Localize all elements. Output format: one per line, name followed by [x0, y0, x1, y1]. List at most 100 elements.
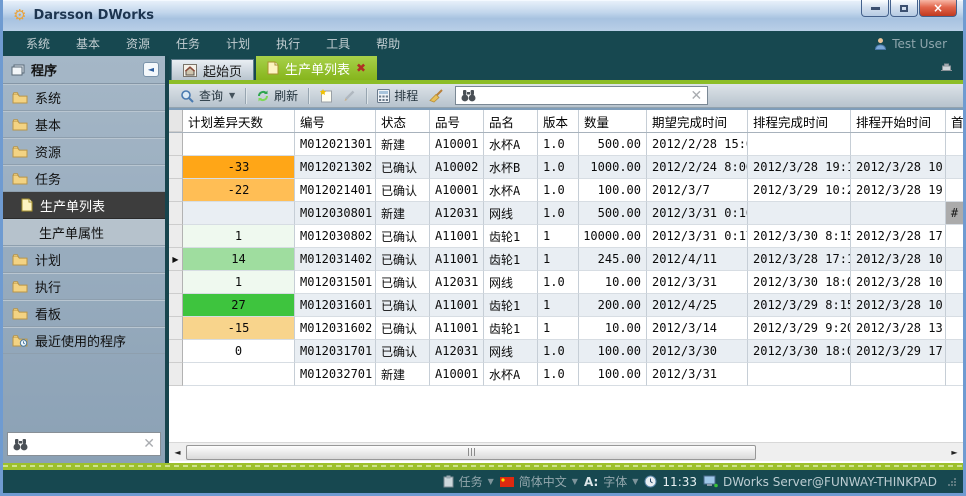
cell-diff: -22 [183, 179, 295, 202]
menu-item-2[interactable]: 资源 [113, 35, 163, 52]
cell-code: M012031402 [295, 248, 376, 271]
row-header[interactable] [169, 340, 183, 363]
folder-icon [12, 118, 28, 131]
schedule-button[interactable]: 排程 [372, 85, 423, 106]
sidebar-item-2[interactable]: 资源 [3, 138, 165, 165]
refresh-button[interactable]: 刷新 [251, 85, 303, 106]
close-button[interactable]: × [919, 0, 957, 17]
sidebar-item-3[interactable]: 任务 [3, 165, 165, 192]
table-row-5[interactable]: ▶14M012031402已确认A11001齿轮11245.002012/4/1… [169, 248, 963, 271]
table-row-8[interactable]: -15M012031602已确认A11001齿轮1110.002012/3/14… [169, 317, 963, 340]
row-header[interactable] [169, 317, 183, 340]
menu-item-6[interactable]: 工具 [313, 35, 363, 52]
cell-status: 新建 [376, 133, 430, 156]
column-header-8[interactable]: 排程完成时间 [748, 110, 851, 132]
menu-item-7[interactable]: 帮助 [363, 35, 413, 52]
scrollbar-thumb[interactable] [186, 445, 756, 460]
horizontal-scrollbar[interactable]: ◄ ► [169, 442, 963, 461]
column-header-10[interactable]: 首 [946, 110, 963, 132]
resize-grip[interactable] [947, 477, 957, 487]
tab-1[interactable]: 生产单列表✖ [256, 56, 377, 80]
column-header-7[interactable]: 期望完成时间 [647, 110, 748, 132]
column-header-4[interactable]: 品名 [484, 110, 538, 132]
menu-item-3[interactable]: 任务 [163, 35, 213, 52]
table-row-0[interactable]: M012021301新建A10001水杯A1.0500.002012/2/28 … [169, 133, 963, 156]
menu-item-1[interactable]: 基本 [63, 35, 113, 52]
sidebar-item-7[interactable]: 执行 [3, 273, 165, 300]
sidebar-list: 系统基本资源任务生产单列表生产单属性计划执行看板最近使用的程序 [3, 84, 165, 354]
row-header[interactable] [169, 133, 183, 156]
scroll-left-icon[interactable]: ◄ [169, 448, 186, 457]
table-row-9[interactable]: 0M012031701已确认A12031网线1.0100.002012/3/30… [169, 340, 963, 363]
cell-diff: 1 [183, 225, 295, 248]
tab-0[interactable]: 起始页 [171, 59, 254, 80]
select-all-corner[interactable] [169, 110, 183, 132]
table-row-1[interactable]: -33M012021302已确认A10002水杯B1.01000.002012/… [169, 156, 963, 179]
binoculars-icon [461, 89, 476, 102]
table-row-10[interactable]: M012032701新建A10001水杯A1.0100.002012/3/31 [169, 363, 963, 386]
gear-icon: ⚙ [13, 8, 26, 23]
scroll-right-icon[interactable]: ► [946, 448, 963, 457]
language-selector[interactable]: 简体中文 ▼ [500, 473, 578, 490]
column-header-0[interactable]: 计划差异天数 [183, 110, 295, 132]
table-row-7[interactable]: 27M012031601已确认A11001齿轮11200.002012/4/25… [169, 294, 963, 317]
menu-item-4[interactable]: 计划 [213, 35, 263, 52]
new-button[interactable] [314, 86, 338, 105]
font-selector[interactable]: A: 字体 ▼ [584, 473, 638, 490]
edit-button[interactable] [338, 87, 361, 104]
cell-status: 已确认 [376, 225, 430, 248]
task-selector[interactable]: 任务 ▼ [443, 473, 494, 490]
query-button[interactable]: 查询 ▼ [175, 85, 240, 106]
sidebar-search-input[interactable] [33, 437, 138, 451]
cell-diff [183, 202, 295, 225]
cell-due: 2012/3/7 [647, 179, 748, 202]
clear-search-icon[interactable]: ✕ [690, 89, 702, 103]
current-row-marker[interactable]: ▶ [169, 248, 183, 271]
table-search-input[interactable] [481, 89, 685, 103]
folder-icon [12, 145, 28, 158]
row-header[interactable] [169, 202, 183, 225]
cell-sched_end: 2012/3/30 8:15 [748, 225, 851, 248]
sidebar-item-5[interactable]: 生产单属性 [3, 219, 165, 246]
sidebar-collapse-button[interactable]: ◄ [143, 62, 159, 77]
row-header[interactable] [169, 294, 183, 317]
table-row-2[interactable]: -22M012021401已确认A10001水杯A1.0100.002012/3… [169, 179, 963, 202]
tab-close-icon[interactable]: ✖ [356, 62, 366, 74]
column-header-1[interactable]: 编号 [295, 110, 376, 132]
row-header[interactable] [169, 271, 183, 294]
clean-button[interactable] [423, 87, 449, 105]
menu-item-5[interactable]: 执行 [263, 35, 313, 52]
menu-item-0[interactable]: 系统 [13, 35, 63, 52]
column-header-5[interactable]: 版本 [538, 110, 579, 132]
table-row-3[interactable]: M012030801新建A12031网线1.0500.002012/3/31 0… [169, 202, 963, 225]
clipboard-icon [443, 475, 454, 488]
cell-code: M012031601 [295, 294, 376, 317]
sidebar-item-8[interactable]: 看板 [3, 300, 165, 327]
column-header-6[interactable]: 数量 [579, 110, 647, 132]
row-header[interactable] [169, 225, 183, 248]
minimize-button[interactable] [861, 0, 889, 17]
table-row-4[interactable]: 1M012030802已确认A11001齿轮1110000.002012/3/3… [169, 225, 963, 248]
user-indicator[interactable]: Test User [874, 37, 953, 51]
clear-search-icon[interactable]: ✕ [143, 437, 155, 451]
row-header[interactable] [169, 179, 183, 202]
row-header[interactable] [169, 363, 183, 386]
restore-button[interactable] [890, 0, 918, 17]
cell-qty: 10.00 [579, 271, 647, 294]
sidebar-item-1[interactable]: 基本 [3, 111, 165, 138]
cell-qty: 500.00 [579, 133, 647, 156]
column-header-9[interactable]: 排程开始时间 [851, 110, 946, 132]
sidebar-item-6[interactable]: 计划 [3, 246, 165, 273]
row-header[interactable] [169, 156, 183, 179]
sidebar-item-4[interactable]: 生产单列表 [3, 192, 165, 219]
column-header-2[interactable]: 状态 [376, 110, 430, 132]
table-body: M012021301新建A10001水杯A1.0500.002012/2/28 … [169, 133, 963, 386]
table-row-6[interactable]: 1M012031501已确认A12031网线1.010.002012/3/312… [169, 271, 963, 294]
cell-version: 1 [538, 294, 579, 317]
sidebar-item-9[interactable]: 最近使用的程序 [3, 327, 165, 354]
sidebar-item-0[interactable]: 系统 [3, 84, 165, 111]
pushpin-icon[interactable] [940, 63, 953, 74]
cell-qty: 200.00 [579, 294, 647, 317]
cell-code: M012031701 [295, 340, 376, 363]
column-header-3[interactable]: 品号 [430, 110, 484, 132]
